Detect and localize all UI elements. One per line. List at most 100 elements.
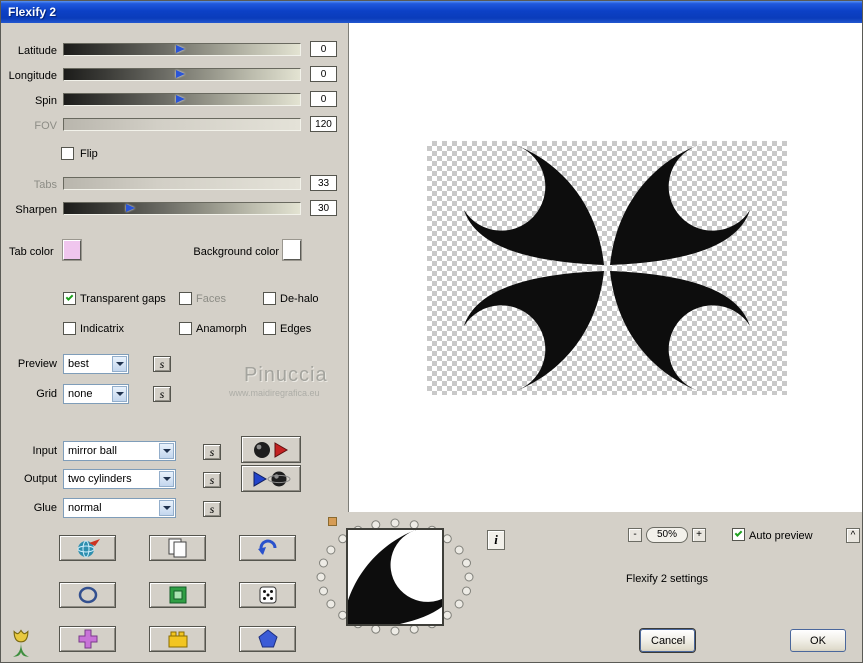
tabs-value-input[interactable] (310, 175, 337, 191)
green-square-icon (169, 586, 186, 604)
indicatrix-checkbox[interactable] (63, 322, 76, 335)
square-button[interactable] (149, 582, 206, 608)
zoom-level[interactable]: 50% (646, 527, 688, 543)
longitude-slider[interactable] (63, 68, 301, 81)
fov-value-input[interactable] (310, 116, 337, 132)
output-select-arrow-button[interactable] (159, 471, 174, 487)
plus-button[interactable] (59, 626, 116, 652)
background-color-label: Background color (193, 246, 279, 258)
sharpen-label: Sharpen (15, 204, 57, 216)
zoom-in-button[interactable]: + (692, 528, 706, 542)
pentagon-icon (257, 629, 278, 648)
latitude-value-input[interactable] (310, 41, 337, 57)
undo-arrow-icon (257, 539, 276, 555)
preview-select-value: best (68, 358, 89, 370)
input-select[interactable]: mirror ball (63, 441, 176, 461)
background-color-swatch[interactable] (283, 240, 301, 260)
chevron-down-icon (163, 449, 171, 453)
sharpen-slider[interactable] (63, 202, 301, 215)
sharpen-slider-thumb[interactable] (126, 204, 135, 212)
auto-preview-checkbox[interactable] (732, 528, 745, 541)
dice-icon (259, 586, 276, 604)
transparent-gaps-checkbox[interactable] (63, 292, 76, 305)
info-button[interactable]: i (487, 530, 505, 550)
cancel-button[interactable]: Cancel (640, 629, 695, 652)
titlebar: Flexify 2 (1, 1, 862, 23)
glue-select-value: normal (68, 502, 102, 514)
flip-checkbox[interactable] (61, 147, 74, 160)
checkmark-icon (734, 529, 743, 537)
sharpen-value-input[interactable] (310, 200, 337, 216)
ring-handle[interactable] (328, 517, 337, 526)
spin-slider-thumb[interactable] (176, 95, 185, 103)
output-save-button[interactable]: s (203, 472, 221, 488)
latitude-slider-thumb[interactable] (176, 45, 185, 53)
brick-button[interactable] (149, 626, 206, 652)
de-halo-label: De-halo (280, 293, 319, 305)
grid-save-button[interactable]: s (153, 386, 171, 402)
latitude-label: Latitude (17, 45, 57, 57)
checkmark-icon (65, 293, 74, 301)
preview-area (348, 23, 862, 512)
settings-name-text: Flexify 2 settings (626, 573, 708, 585)
gem-button[interactable] (239, 626, 296, 652)
tabs-label: Tabs (33, 179, 57, 191)
glue-save-button[interactable]: s (203, 501, 221, 517)
butterfly-shape (464, 144, 750, 392)
flip-label: Flip (80, 148, 98, 160)
ok-button[interactable]: OK (790, 629, 846, 652)
copy-button[interactable] (149, 535, 206, 561)
chevron-down-icon (116, 392, 124, 396)
output-select[interactable]: two cylinders (63, 469, 176, 489)
collapse-button[interactable]: ^ (846, 528, 860, 543)
output-preview-button[interactable] (241, 465, 301, 492)
input-save-button[interactable]: s (203, 444, 221, 460)
plus-icon (78, 629, 97, 649)
flaming-pear-logo[interactable] (6, 627, 36, 659)
auto-preview-label: Auto preview (749, 530, 813, 542)
grid-select[interactable]: none (63, 384, 129, 404)
website-button[interactable] (59, 535, 116, 561)
chevron-down-icon (116, 362, 124, 366)
edges-label: Edges (280, 323, 312, 335)
preview-select[interactable]: best (63, 354, 129, 374)
watermark-name: Pinuccia (244, 364, 328, 386)
latitude-slider[interactable] (63, 43, 301, 56)
faces-label: Faces (196, 293, 226, 305)
anamorph-label: Anamorph (196, 323, 247, 335)
preview-image[interactable] (427, 141, 787, 395)
ellipse-icon (78, 586, 97, 604)
tulip-icon (13, 629, 29, 657)
thumbnail-image (348, 530, 442, 624)
chevron-down-icon (163, 477, 171, 481)
input-select-value: mirror ball (68, 445, 117, 457)
spin-slider[interactable] (63, 93, 301, 106)
input-preview-button[interactable] (241, 436, 301, 463)
grid-select-arrow-button[interactable] (112, 386, 127, 402)
flexify-dialog: Flexify 2 Latitude Longitude Spin FOV (0, 0, 863, 663)
longitude-value-input[interactable] (310, 66, 337, 82)
transparent-gaps-label: Transparent gaps (80, 293, 166, 305)
input-select-arrow-button[interactable] (159, 443, 174, 459)
anamorph-checkbox[interactable] (179, 322, 192, 335)
preview-save-button[interactable]: s (153, 356, 171, 372)
de-halo-checkbox[interactable] (263, 292, 276, 305)
glue-select-label: Glue (33, 502, 57, 514)
glue-select-arrow-button[interactable] (159, 500, 174, 516)
glue-select[interactable]: normal (63, 498, 176, 518)
longitude-slider-thumb[interactable] (176, 70, 185, 78)
navigation-thumbnail[interactable] (346, 528, 444, 626)
edges-checkbox[interactable] (263, 322, 276, 335)
spin-label: Spin (34, 95, 57, 107)
fov-slider (63, 118, 301, 131)
spin-value-input[interactable] (310, 91, 337, 107)
grid-select-label: Grid (36, 388, 57, 400)
undo-button[interactable] (239, 535, 296, 561)
watermark-url: www.maidiregrafica.eu (229, 388, 320, 398)
tab-color-swatch[interactable] (63, 240, 81, 260)
longitude-label: Longitude (8, 70, 57, 82)
zoom-out-button[interactable]: - (628, 528, 642, 542)
random-button[interactable] (239, 582, 296, 608)
preview-select-arrow-button[interactable] (112, 356, 127, 372)
circle-button[interactable] (59, 582, 116, 608)
